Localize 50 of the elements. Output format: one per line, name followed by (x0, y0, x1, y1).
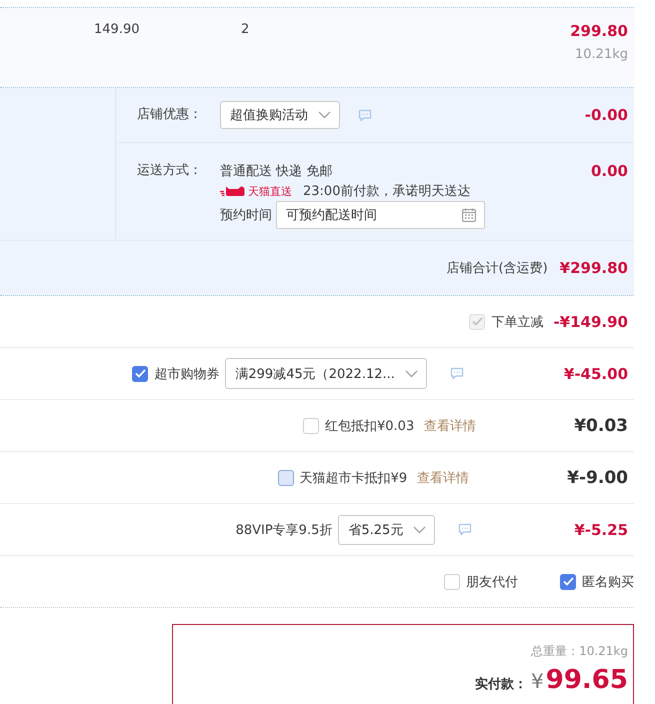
check-icon (562, 577, 574, 586)
checkbox-label: 下单立减 (491, 314, 544, 330)
checkbox-label: 超市购物券 (154, 366, 220, 382)
checkbox-label: 匿名购买 (582, 574, 634, 590)
caret-icon (318, 111, 331, 119)
checkbox[interactable] (278, 470, 294, 486)
appointment-field[interactable]: 可预约配送时间 (276, 201, 485, 229)
checkbox-label: 天猫超市卡抵扣¥9 (300, 470, 408, 486)
appointment-label: 预约时间 (220, 207, 272, 224)
promotion-label: 店铺优惠： (137, 106, 203, 124)
discount-select[interactable]: 满299减45元（2022.12... (225, 358, 427, 389)
quantity-text: 2 (241, 21, 250, 39)
checkbox[interactable] (444, 574, 460, 590)
promotion-select[interactable]: 超值换购活动 (220, 101, 340, 129)
shipping-label: 运送方式： (137, 162, 203, 180)
service-badge-text: 天猫直送 (248, 184, 292, 198)
shop-total-amount: ¥299.80 (560, 258, 628, 278)
chat-icon[interactable] (450, 367, 464, 380)
chat-icon[interactable] (358, 108, 372, 122)
subtotal-amount: 299.80 (570, 21, 628, 41)
delivery-promise-text: 23:00前付款，承诺明天送达 (303, 183, 470, 200)
checkbox[interactable] (560, 574, 576, 590)
discount-amount: ¥-5.25 (574, 520, 628, 538)
discount-amount: ¥-45.00 (564, 364, 628, 382)
pay-amount: 99.65 (546, 665, 628, 695)
unit-price-text: 149.90 (94, 21, 140, 39)
promotion-amount: -0.00 (584, 105, 628, 125)
checkbox-label: 红包抵扣¥0.03 (325, 418, 414, 434)
checkbox-label: 朋友代付 (466, 574, 518, 590)
currency-symbol: ¥ (531, 669, 544, 693)
discount-amount: ¥0.03 (574, 416, 628, 436)
checkbox[interactable] (303, 418, 319, 434)
shop-total-label: 店铺合计(含运费) (446, 260, 548, 277)
caret-icon (413, 526, 426, 534)
discount-amount: -¥149.90 (553, 312, 628, 330)
pay-label: 实付款： (475, 676, 528, 693)
checkbox[interactable] (132, 366, 148, 382)
check-icon (472, 317, 483, 326)
check-icon (134, 369, 146, 378)
total-weight-text: 总重量：10.21kg (531, 643, 628, 659)
shipping-amount: 0.00 (590, 161, 628, 181)
discount-label: 88VIP专享9.5折 (236, 522, 332, 538)
discount-select[interactable]: 省5.25元 (338, 514, 436, 544)
shipping-method-text: 普通配送 快递 免邮 (220, 162, 332, 180)
cat-logo-icon (220, 186, 245, 196)
calendar-icon[interactable] (462, 208, 476, 222)
chat-icon[interactable] (458, 523, 472, 536)
weight-text: 10.21kg (575, 47, 628, 63)
caret-icon (404, 370, 418, 378)
discount-amount: ¥-9.00 (567, 468, 628, 488)
